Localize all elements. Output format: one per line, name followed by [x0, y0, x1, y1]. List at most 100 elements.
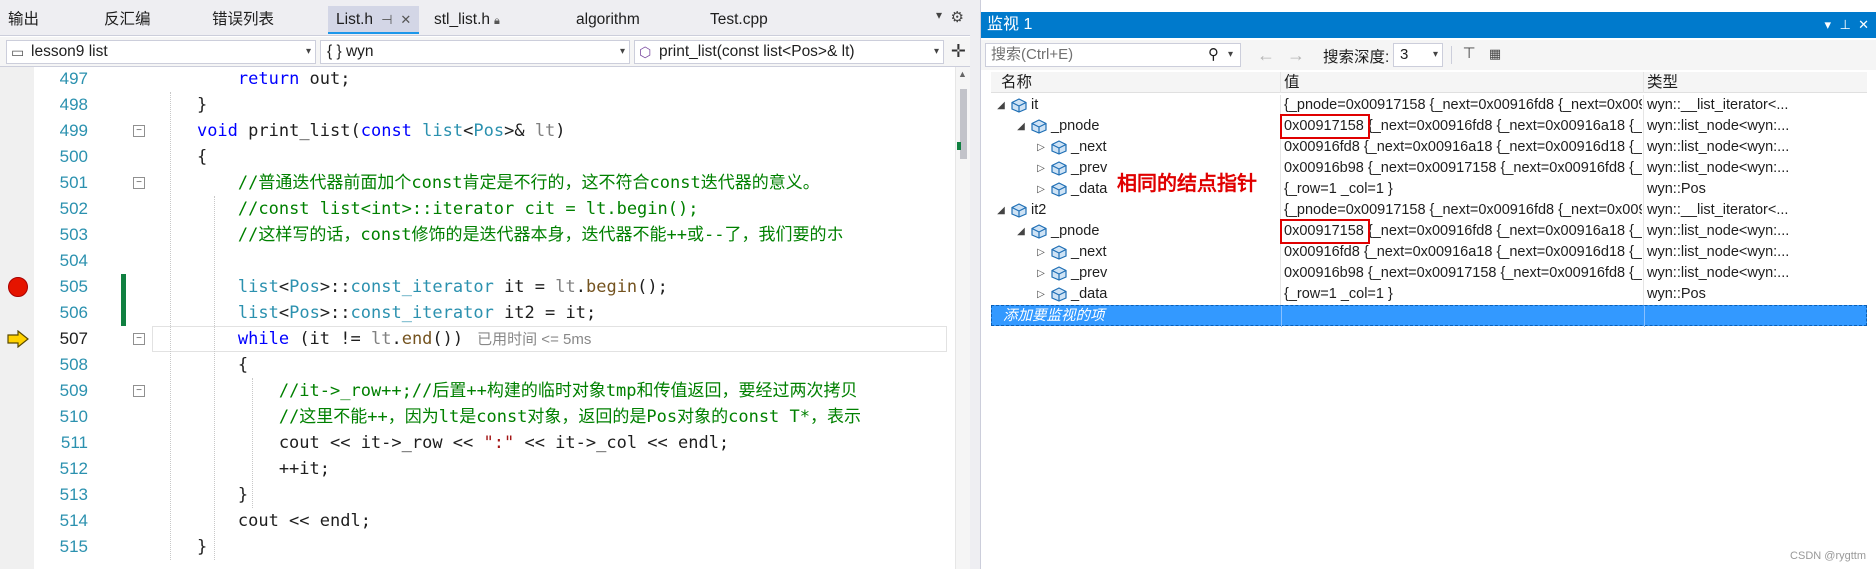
watch-name-cell[interactable]: ▷ _next — [991, 242, 1279, 263]
expand-triangle-icon[interactable]: ▷ — [1035, 179, 1047, 200]
watch-row[interactable]: ▷ _next 0x00916fd8 {_next=0x00916a18 {_nex… — [991, 137, 1867, 158]
pane-splitter[interactable] — [970, 0, 980, 569]
watch-value-cell[interactable]: 0x00916b98 {_next=0x00917158 {_next=0x00… — [1280, 158, 1642, 179]
tab-list-dropdown-icon[interactable]: ▾ — [936, 8, 942, 22]
tab-test-cpp[interactable]: Test.cpp — [710, 6, 768, 34]
expand-triangle-icon[interactable]: ▷ — [1035, 242, 1047, 263]
column-header-type[interactable]: 类型 — [1643, 72, 1867, 93]
scroll-up-icon[interactable]: ▲ — [958, 69, 967, 79]
watch-row[interactable]: ◢ _pnode 0x00917158 {_next=0x00916fd8 {_ne… — [991, 221, 1867, 242]
watch-type-cell[interactable]: wyn::list_node<wyn:... — [1643, 158, 1867, 179]
member-combo[interactable]: ⬡ print_list(const list<Pos>& lt) ▾ — [634, 40, 944, 64]
code-line[interactable]: 507 − while (it != lt.end()) 已用时间 <= 5ms — [0, 326, 955, 352]
watch-row[interactable]: ▷ _data {_row=1 _col=1 } wyn::Pos — [991, 284, 1867, 305]
add-watch-placeholder[interactable]: 添加要监视的项 — [992, 306, 1280, 327]
chevron-down-icon[interactable]: ▾ — [620, 41, 625, 63]
close-icon[interactable]: ✕ — [1858, 12, 1869, 38]
code-line[interactable]: 506 list<Pos>::const_iterator it2 = it; — [0, 300, 955, 326]
breakpoint-icon[interactable] — [8, 277, 28, 297]
pin-to-source-icon[interactable]: ⊤ — [1459, 44, 1479, 64]
window-dropdown-icon[interactable]: ▾ — [1824, 12, 1831, 38]
code-line[interactable]: 510 //这里不能++，因为lt是const对象，返回的是Pos对象的cons… — [0, 404, 955, 430]
tab-algorithm[interactable]: algorithm — [576, 6, 640, 34]
pin-icon[interactable]: ⊣ — [381, 12, 392, 27]
code-line[interactable]: 497 return out; — [0, 67, 955, 92]
watch-row[interactable]: ◢ it {_pnode=0x00917158 {_next=0x00916fd8 … — [991, 95, 1867, 116]
code-line[interactable]: 515 } — [0, 534, 955, 560]
watch-value-cell[interactable]: {_pnode=0x00917158 {_next=0x00916fd8 {_n… — [1280, 200, 1642, 221]
tab-stl-list-h[interactable]: stl_list.h 🔒︎ — [434, 6, 500, 34]
arrow-right-icon[interactable]: → — [1287, 45, 1305, 65]
code-editor[interactable]: 497 return out; 498 } 499− void print_list… — [0, 67, 955, 569]
tab-output[interactable]: 输出 — [8, 6, 39, 34]
watch-type-cell[interactable]: wyn::list_node<wyn:... — [1643, 221, 1867, 242]
watch-row[interactable]: ▷ _next 0x00916fd8 {_next=0x00916a18 {_nex… — [991, 242, 1867, 263]
watch-type-cell[interactable]: wyn::__list_iterator<... — [1643, 95, 1867, 116]
watch-value-cell[interactable]: 0x00916b98 {_next=0x00917158 {_next=0x00… — [1280, 263, 1642, 284]
chevron-down-icon[interactable]: ▾ — [306, 41, 311, 63]
watch-value-cell[interactable]: {_row=1 _col=1 } — [1280, 179, 1642, 200]
watch-name-cell[interactable]: ◢ _pnode — [991, 116, 1279, 137]
code-line[interactable]: 500 { — [0, 144, 955, 170]
watch-row[interactable]: ◢ _pnode 0x00917158 {_next=0x00916fd8 {_ne… — [991, 116, 1867, 137]
code-line[interactable]: 513 } — [0, 482, 955, 508]
split-window-icon[interactable]: ✛ — [951, 41, 966, 62]
collapse-icon[interactable]: − — [133, 125, 145, 137]
tab-disassembly[interactable]: 反汇编 — [104, 6, 151, 34]
watch-name-cell[interactable]: ◢ _pnode — [991, 221, 1279, 242]
code-line[interactable]: 511 cout << it->_row << ":" << it->_col … — [0, 430, 955, 456]
column-header-name[interactable]: 名称 — [991, 72, 1279, 93]
expand-triangle-icon[interactable]: ▷ — [1035, 284, 1047, 305]
scroll-thumb[interactable] — [960, 89, 967, 159]
collapse-triangle-icon[interactable]: ◢ — [1015, 221, 1027, 242]
view-as-table-icon[interactable]: ▦ — [1485, 44, 1505, 64]
pin-icon[interactable]: ⊥ — [1840, 12, 1851, 38]
watch-value-cell[interactable]: 0x00916fd8 {_next=0x00916a18 {_next=0x00… — [1280, 137, 1642, 158]
chevron-down-icon[interactable]: ▾ — [1433, 44, 1438, 66]
expand-triangle-icon[interactable]: ▷ — [1035, 158, 1047, 179]
instruction-pointer-icon[interactable] — [7, 330, 29, 348]
watch-value-cell[interactable]: 0x00916fd8 {_next=0x00916a18 {_next=0x00… — [1280, 242, 1642, 263]
expand-triangle-icon[interactable]: ▷ — [1035, 263, 1047, 284]
watch-row[interactable]: ▷ _prev 0x00916b98 {_next=0x00917158 {_nex… — [991, 263, 1867, 284]
search-icon[interactable]: ⚲ — [1208, 44, 1219, 66]
gear-icon[interactable]: ⚙ — [951, 8, 964, 26]
collapse-icon[interactable]: − — [133, 385, 145, 397]
expand-triangle-icon[interactable]: ▷ — [1035, 137, 1047, 158]
search-input[interactable]: 搜索(Ctrl+E) ⚲ ▾ — [985, 43, 1241, 67]
watch-type-cell[interactable]: wyn::Pos — [1643, 284, 1867, 305]
watch-name-cell[interactable]: ▷ _next — [991, 137, 1279, 158]
perf-tip[interactable]: 已用时间 <= 5ms — [477, 331, 591, 348]
column-header-value[interactable]: 值 — [1280, 72, 1642, 93]
code-line[interactable]: 514 cout << endl; — [0, 508, 955, 534]
search-depth-combo[interactable]: 3 ▾ — [1393, 43, 1443, 67]
code-line[interactable]: 499 − void print_list(const list<Pos>& lt… — [0, 118, 955, 144]
project-combo[interactable]: ▭ lesson9 list ▾ — [6, 40, 316, 64]
watch-type-cell[interactable]: wyn::__list_iterator<... — [1643, 200, 1867, 221]
code-line[interactable]: 501 − //普通迭代器前面加个const肯定是不行的，这不符合const迭代器… — [0, 170, 955, 196]
vertical-scrollbar[interactable]: ▲ — [955, 67, 970, 569]
tab-error-list[interactable]: 错误列表 — [212, 6, 274, 34]
collapse-triangle-icon[interactable]: ◢ — [1015, 116, 1027, 137]
code-line[interactable]: 508 { — [0, 352, 955, 378]
watch-name-cell[interactable]: ▷ _prev — [991, 263, 1279, 284]
code-line[interactable]: 503 //这样写的话，const修饰的是迭代器本身，迭代器不能++或--了，我… — [0, 222, 955, 248]
watch-type-cell[interactable]: wyn::list_node<wyn:... — [1643, 137, 1867, 158]
code-line[interactable]: 512 ++it; — [0, 456, 955, 482]
add-watch-row[interactable]: 添加要监视的项 — [991, 305, 1867, 327]
watch-name-cell[interactable]: ◢ it — [991, 95, 1279, 116]
code-line[interactable]: 509 − //it->_row++;//后置++构建的临时对象tmp和传值返回，… — [0, 378, 955, 404]
arrow-left-icon[interactable]: ← — [1257, 45, 1275, 65]
scope-combo[interactable]: { } wyn ▾ — [320, 40, 630, 64]
collapse-triangle-icon[interactable]: ◢ — [995, 95, 1007, 116]
watch-value-cell[interactable]: {_row=1 _col=1 } — [1280, 284, 1642, 305]
watch-type-cell[interactable]: wyn::list_node<wyn:... — [1643, 242, 1867, 263]
collapse-icon[interactable]: − — [133, 333, 145, 345]
code-line[interactable]: 505 list<Pos>::const_iterator it = lt.be… — [0, 274, 955, 300]
tab-list-h[interactable]: List.h ⊣ ✕ — [328, 6, 420, 34]
chevron-down-icon[interactable]: ▾ — [1228, 44, 1233, 66]
code-line[interactable]: 498 } — [0, 92, 955, 118]
code-line[interactable]: 504 — [0, 248, 955, 274]
watch-name-cell[interactable]: ▷ _data — [991, 284, 1279, 305]
watch-type-cell[interactable]: wyn::list_node<wyn:... — [1643, 263, 1867, 284]
